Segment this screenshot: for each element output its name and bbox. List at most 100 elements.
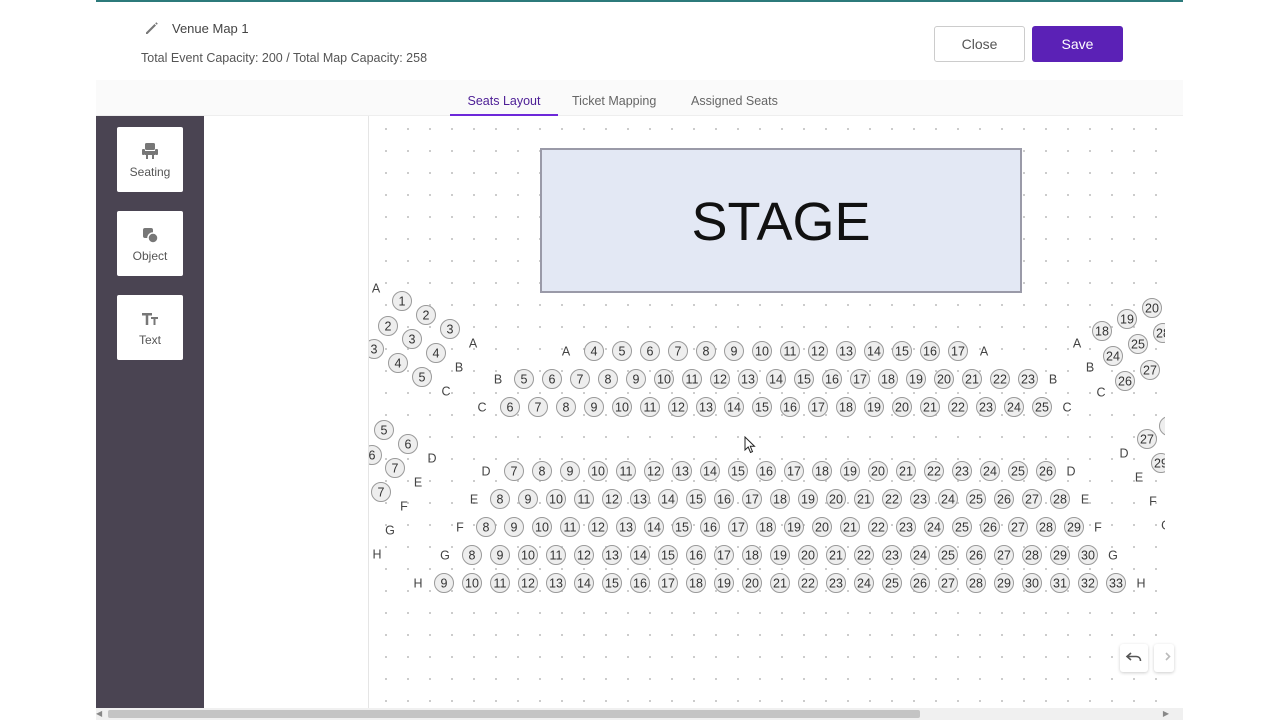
seat-g-22[interactable]: 22 [854,545,874,565]
seat-d-10[interactable]: 10 [588,461,608,481]
seat-h-21[interactable]: 21 [770,573,790,593]
seat-c-19[interactable]: 19 [864,397,884,417]
seat-e-10[interactable]: 10 [546,489,566,509]
seat-c-18[interactable]: 18 [836,397,856,417]
seat-h-22[interactable]: 22 [798,573,818,593]
seat-f-11[interactable]: 11 [560,517,580,537]
seat-g-19[interactable]: 19 [770,545,790,565]
left-wing-seat[interactable]: 5 [374,420,394,440]
scroll-left-icon[interactable]: ◀ [96,708,102,720]
seat-h-29[interactable]: 29 [994,573,1014,593]
seat-d-13[interactable]: 13 [672,461,692,481]
seat-g-25[interactable]: 25 [938,545,958,565]
seat-b-23[interactable]: 23 [1018,369,1038,389]
seat-c-17[interactable]: 17 [808,397,828,417]
seat-e-18[interactable]: 18 [770,489,790,509]
seat-a-16[interactable]: 16 [920,341,940,361]
seat-e-27[interactable]: 27 [1022,489,1042,509]
left-wing-seat[interactable]: 3 [440,319,460,339]
seat-g-18[interactable]: 18 [742,545,762,565]
seat-f-18[interactable]: 18 [756,517,776,537]
seat-c-21[interactable]: 21 [920,397,940,417]
seat-a-6[interactable]: 6 [640,341,660,361]
right-wing-seat[interactable]: 27 [1137,429,1157,449]
seat-b-16[interactable]: 16 [822,369,842,389]
map-title[interactable]: Venue Map 1 [172,21,249,36]
horizontal-scrollbar[interactable]: ◀ ▶ [96,708,1183,720]
seat-g-17[interactable]: 17 [714,545,734,565]
seat-e-21[interactable]: 21 [854,489,874,509]
seat-c-13[interactable]: 13 [696,397,716,417]
seat-g-8[interactable]: 8 [462,545,482,565]
seat-a-12[interactable]: 12 [808,341,828,361]
seat-c-10[interactable]: 10 [612,397,632,417]
seat-c-24[interactable]: 24 [1004,397,1024,417]
seat-d-22[interactable]: 22 [924,461,944,481]
seat-b-18[interactable]: 18 [878,369,898,389]
seat-d-14[interactable]: 14 [700,461,720,481]
seat-e-23[interactable]: 23 [910,489,930,509]
seat-h-11[interactable]: 11 [490,573,510,593]
seat-a-13[interactable]: 13 [836,341,856,361]
seat-f-12[interactable]: 12 [588,517,608,537]
seat-f-22[interactable]: 22 [868,517,888,537]
seat-b-20[interactable]: 20 [934,369,954,389]
seat-f-25[interactable]: 25 [952,517,972,537]
seat-g-24[interactable]: 24 [910,545,930,565]
seat-f-29[interactable]: 29 [1064,517,1084,537]
seat-e-26[interactable]: 26 [994,489,1014,509]
right-wing-seat[interactable]: 19 [1117,309,1137,329]
seat-b-12[interactable]: 12 [710,369,730,389]
seat-c-8[interactable]: 8 [556,397,576,417]
left-wing-seat[interactable]: 6 [398,434,418,454]
tab-seats-layout[interactable]: Seats Layout [450,80,558,116]
seat-h-16[interactable]: 16 [630,573,650,593]
seat-b-10[interactable]: 10 [654,369,674,389]
tab-assigned-seats[interactable]: Assigned Seats [691,80,778,116]
seat-f-26[interactable]: 26 [980,517,1000,537]
left-wing-seat[interactable]: 2 [378,316,398,336]
seat-a-10[interactable]: 10 [752,341,772,361]
seat-f-21[interactable]: 21 [840,517,860,537]
seat-g-9[interactable]: 9 [490,545,510,565]
seat-h-25[interactable]: 25 [882,573,902,593]
seat-h-23[interactable]: 23 [826,573,846,593]
seat-c-20[interactable]: 20 [892,397,912,417]
seat-e-13[interactable]: 13 [630,489,650,509]
right-wing-seat[interactable]: 25 [1128,334,1148,354]
seat-h-27[interactable]: 27 [938,573,958,593]
seat-h-20[interactable]: 20 [742,573,762,593]
seat-b-11[interactable]: 11 [682,369,702,389]
seat-h-13[interactable]: 13 [546,573,566,593]
seat-a-4[interactable]: 4 [584,341,604,361]
scrollbar-thumb[interactable] [108,710,920,718]
seat-f-16[interactable]: 16 [700,517,720,537]
seat-d-18[interactable]: 18 [812,461,832,481]
seat-f-13[interactable]: 13 [616,517,636,537]
pencil-icon[interactable] [144,20,160,36]
seat-b-9[interactable]: 9 [626,369,646,389]
seat-e-15[interactable]: 15 [686,489,706,509]
seat-h-32[interactable]: 32 [1078,573,1098,593]
seat-e-20[interactable]: 20 [826,489,846,509]
right-wing-seat[interactable]: 20 [1142,298,1162,318]
seat-e-8[interactable]: 8 [490,489,510,509]
seat-map-svg[interactable]: STAGEA 4 5 6 7 8 9 10 11 12 13 14 15 16 17 AB 5 6 7 8 9 10 11 1… [369,116,1183,708]
seat-c-14[interactable]: 14 [724,397,744,417]
seat-a-14[interactable]: 14 [864,341,884,361]
seat-d-25[interactable]: 25 [1008,461,1028,481]
left-wing-seat[interactable]: 4 [426,343,446,363]
seat-b-13[interactable]: 13 [738,369,758,389]
tab-ticket-mapping[interactable]: Ticket Mapping [572,80,656,116]
seat-g-30[interactable]: 30 [1078,545,1098,565]
seat-b-15[interactable]: 15 [794,369,814,389]
seat-e-19[interactable]: 19 [798,489,818,509]
seat-g-14[interactable]: 14 [630,545,650,565]
seat-f-19[interactable]: 19 [784,517,804,537]
seat-c-22[interactable]: 22 [948,397,968,417]
left-wing-seat[interactable]: 3 [402,329,422,349]
stage[interactable]: STAGE [540,148,1022,293]
left-wing-seat[interactable]: 1 [392,291,412,311]
seat-b-21[interactable]: 21 [962,369,982,389]
seat-d-23[interactable]: 23 [952,461,972,481]
